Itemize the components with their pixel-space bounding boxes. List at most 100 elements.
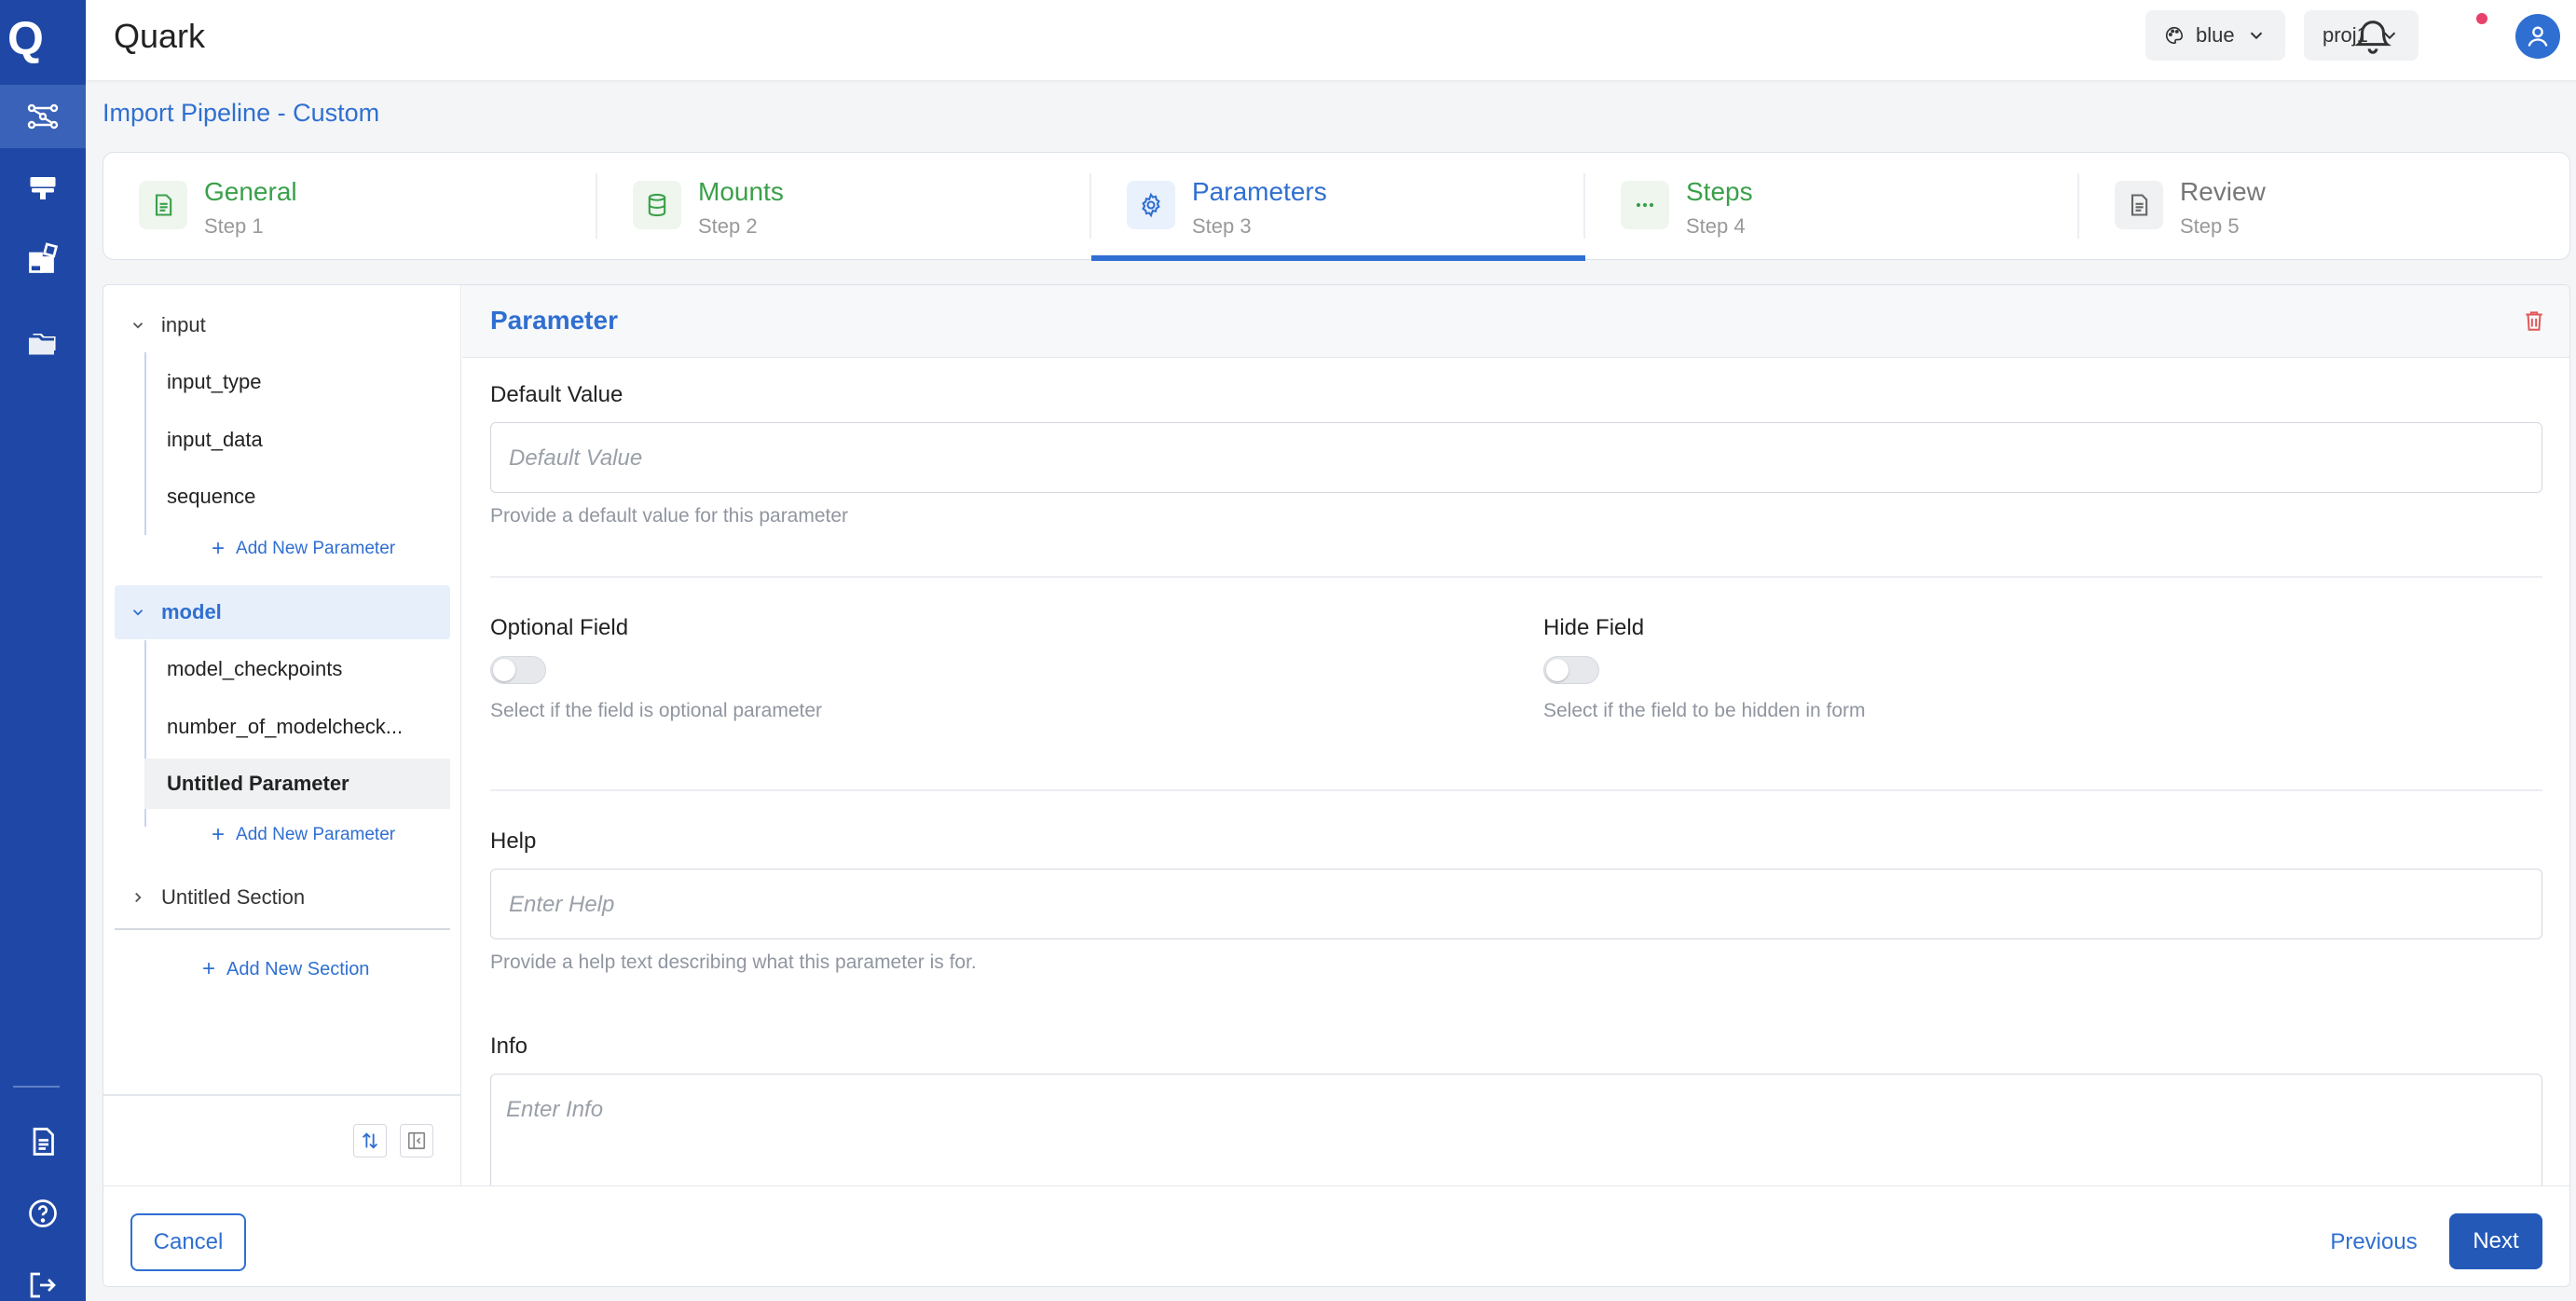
step-icon: [633, 181, 681, 229]
tree-item-untitled-parameter[interactable]: Untitled Parameter: [144, 759, 450, 809]
add-parameter-label: Add New Parameter: [236, 825, 396, 844]
default-value-help: Provide a default value for this paramet…: [490, 505, 849, 527]
sidebar-item-help[interactable]: [0, 1182, 86, 1245]
add-parameter-link[interactable]: + Add New Parameter: [212, 538, 395, 560]
step-review[interactable]: Review Step 5: [2079, 153, 2573, 259]
hide-field-toggle[interactable]: [1543, 656, 1599, 684]
sidebar-item-docs[interactable]: [0, 1110, 86, 1173]
next-button[interactable]: Next: [2449, 1213, 2542, 1269]
tree-item-label: input_data: [167, 428, 263, 451]
parameter-tree: input input_type input_data sequence + A…: [103, 285, 461, 1185]
step-subtitle: Step 1: [204, 214, 264, 238]
tree-section-model[interactable]: model: [115, 585, 450, 639]
tree-item-label: model_checkpoints: [167, 657, 343, 680]
tree-divider: [115, 928, 450, 930]
ellipsis-icon: [1636, 202, 1654, 208]
sidebar-item-logout[interactable]: [0, 1253, 86, 1301]
tree-item-model-checkpoints[interactable]: model_checkpoints: [144, 644, 450, 694]
sidebar-item-files[interactable]: [0, 313, 86, 377]
hide-field-help: Select if the field to be hidden in form: [1543, 700, 1866, 721]
tree-item-sequence[interactable]: sequence: [144, 472, 450, 522]
tree-section-label: Untitled Section: [161, 885, 306, 909]
tree-section-untitled[interactable]: Untitled Section: [115, 870, 450, 924]
tree-section-input[interactable]: input: [115, 298, 450, 352]
avatar[interactable]: [2515, 14, 2560, 59]
default-value-label: Default Value: [490, 382, 623, 407]
step-subtitle: Step 3: [1192, 214, 1252, 238]
wizard-stepper: General Step 1 Mounts Step 2 Parameters …: [103, 152, 2573, 261]
step-title: Steps: [1686, 177, 1753, 206]
step-general[interactable]: General Step 1: [103, 153, 597, 259]
plus-icon: +: [202, 956, 216, 981]
sort-button[interactable]: [353, 1124, 387, 1157]
sidebar-divider: [13, 1086, 60, 1088]
optional-field-label: Optional Field: [490, 615, 629, 640]
optional-field-toggle[interactable]: [490, 656, 546, 684]
help-input[interactable]: Enter Help: [490, 869, 2542, 939]
add-section-link[interactable]: + Add New Section: [202, 958, 369, 980]
theme-label: blue: [2196, 23, 2235, 47]
step-subtitle: Step 2: [698, 214, 758, 238]
info-placeholder: Enter Info: [506, 1097, 604, 1122]
form-title: Parameter: [490, 306, 618, 335]
sidebar-item-pipelines[interactable]: [0, 85, 86, 148]
plus-icon: +: [212, 822, 226, 847]
app-title: Quark: [114, 17, 206, 55]
tree-item-input-data[interactable]: input_data: [144, 415, 450, 465]
tree-item-label: input_type: [167, 370, 262, 393]
user-icon: [2528, 26, 2548, 47]
theme-selector[interactable]: blue: [2145, 10, 2285, 61]
step-mounts[interactable]: Mounts Step 2: [597, 153, 1091, 259]
pipeline-icon: [27, 103, 59, 130]
wizard-footer: Cancel Previous Next: [103, 1185, 2569, 1286]
add-section-label: Add New Section: [226, 958, 370, 979]
step-title: General: [204, 177, 297, 206]
tree-section-label: input: [161, 313, 206, 336]
chevron-down-icon: [132, 322, 144, 329]
plus-icon: +: [212, 536, 226, 561]
parameter-form: Parameter Default Value Default Value Pr…: [462, 285, 2569, 1223]
tree-item-input-type[interactable]: input_type: [144, 357, 450, 407]
add-parameter-link[interactable]: + Add New Parameter: [212, 824, 395, 846]
trash-icon[interactable]: [2522, 308, 2546, 334]
info-label: Info: [490, 1034, 528, 1059]
chevron-right-icon: [135, 892, 142, 903]
step-subtitle: Step 4: [1686, 214, 1746, 238]
tree-item-label: Untitled Parameter: [167, 772, 349, 795]
step-icon: [1621, 181, 1669, 229]
chevron-down-icon: [2250, 32, 2262, 40]
quark-logo[interactable]: Q: [7, 11, 52, 64]
hide-field-label: Hide Field: [1543, 615, 1645, 640]
help-description: Provide a help text describing what this…: [490, 952, 977, 973]
document-icon: [2131, 194, 2148, 216]
sidebar-item-apps[interactable]: [0, 227, 86, 291]
step-title: Review: [2180, 177, 2266, 206]
tree-footer-divider: [103, 1094, 461, 1096]
step-title: Mounts: [698, 177, 784, 206]
gear-icon: [1142, 192, 1160, 218]
form-header: Parameter: [462, 285, 2569, 358]
document-icon: [155, 194, 172, 216]
tree-item-number-of-modelcheckpoints[interactable]: number_of_modelcheck...: [144, 702, 450, 752]
tree-item-label: sequence: [167, 485, 256, 508]
help-label: Help: [490, 829, 537, 854]
notification-badge: [2476, 13, 2487, 24]
parameters-card: input input_type input_data sequence + A…: [103, 284, 2570, 1287]
step-icon: [2115, 181, 2163, 229]
tree-item-label: number_of_modelcheck...: [167, 715, 404, 738]
form-divider: [490, 789, 2542, 791]
bell-icon[interactable]: [2351, 15, 2394, 58]
help-icon: [29, 1199, 57, 1227]
previous-button[interactable]: Previous: [2318, 1213, 2430, 1271]
sidebar-item-compute[interactable]: [0, 157, 86, 220]
add-parameter-label: Add New Parameter: [236, 539, 396, 558]
cancel-button[interactable]: Cancel: [130, 1213, 246, 1271]
palette-icon: [2166, 26, 2184, 45]
step-parameters[interactable]: Parameters Step 3: [1091, 153, 1585, 261]
apps-icon: [29, 242, 59, 273]
form-divider: [490, 576, 2542, 578]
document-icon: [33, 1128, 54, 1156]
step-steps[interactable]: Steps Step 4: [1585, 153, 2079, 259]
collapse-panel-button[interactable]: [400, 1124, 433, 1157]
default-value-input[interactable]: Default Value: [490, 422, 2542, 493]
